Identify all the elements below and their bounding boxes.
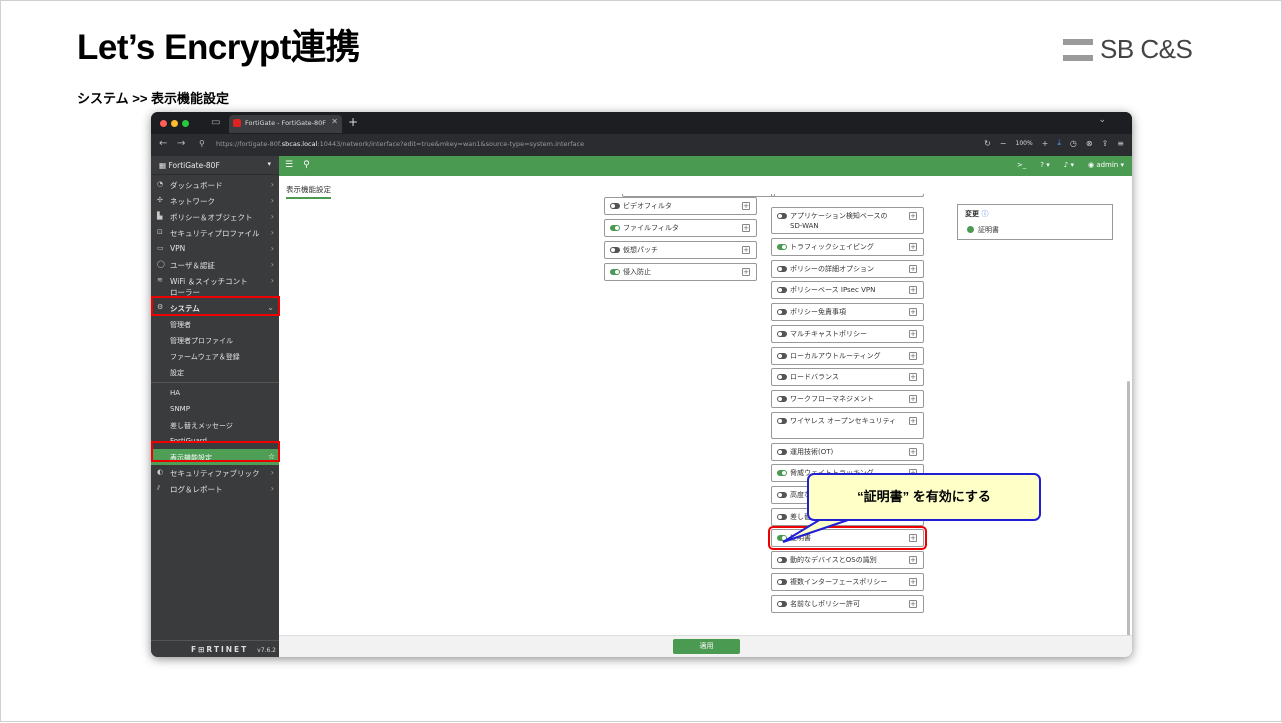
callout: “証明書” を有効にする (807, 473, 1041, 521)
slide: Let’s Encrypt連携 システム >> 表示機能設定 SB C&S ▭ … (0, 0, 1282, 722)
callout-pointer (782, 518, 852, 543)
